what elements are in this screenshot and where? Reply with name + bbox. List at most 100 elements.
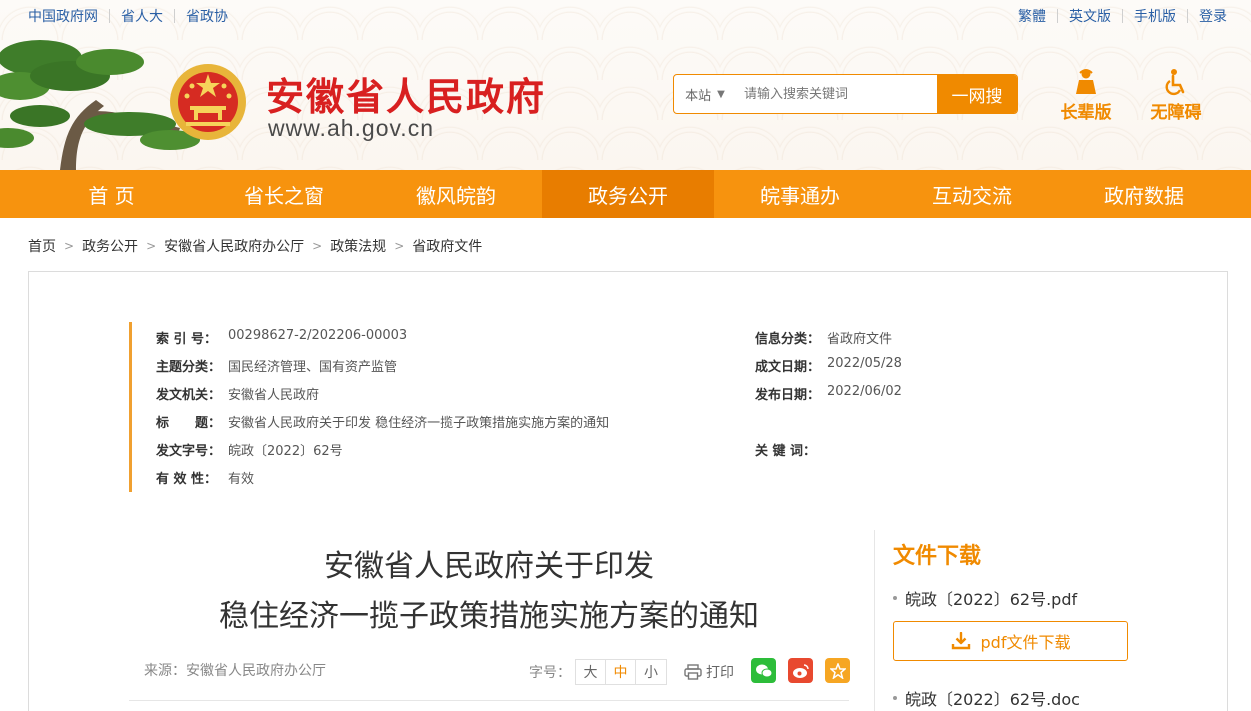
nav-item-home[interactable]: 首 页 — [0, 170, 198, 218]
breadcrumb-policies[interactable]: 政策法规 — [330, 236, 386, 256]
divider — [129, 700, 849, 701]
link-provincial-congress[interactable]: 省人大 — [121, 6, 163, 26]
accessibility-button[interactable]: 无障碍 — [1141, 68, 1211, 123]
article-title-line: 安徽省人民政府关于印发 — [324, 549, 654, 584]
nav-item-gov-data[interactable]: 政府数据 — [1058, 170, 1230, 218]
meta-label: 成文日期： — [755, 360, 821, 375]
breadcrumb-home[interactable]: 首页 — [28, 236, 56, 256]
meta-label: 发布日期： — [755, 388, 821, 403]
chevron-down-icon: ▼ — [717, 88, 725, 100]
elder-icon — [1076, 69, 1096, 94]
printer-icon — [684, 664, 702, 680]
meta-value: 00298627-2/202206-00003 — [228, 328, 408, 343]
divider — [1187, 9, 1188, 23]
download-file-pdf[interactable]: 皖政〔2022〕62号.pdf — [893, 586, 1077, 610]
divider — [174, 9, 175, 23]
meta-label: 发文机关： — [156, 388, 222, 403]
meta-label: 有 效 性： — [156, 472, 218, 487]
wechat-icon — [755, 664, 772, 677]
star-icon — [829, 662, 846, 679]
download-icon — [951, 632, 970, 650]
bullet-icon — [893, 596, 897, 600]
meta-label: 索 引 号： — [156, 332, 218, 347]
nav-item-culture[interactable]: 徽风皖韵 — [370, 170, 542, 218]
download-file-name: 皖政〔2022〕62号.pdf — [905, 590, 1078, 609]
main-nav: 首 页 省长之窗 徽风皖韵 政务公开 皖事通办 互动交流 政府数据 — [0, 170, 1251, 218]
wechat-share-button[interactable] — [751, 658, 776, 683]
breadcrumb-gov-affairs[interactable]: 政务公开 — [82, 236, 138, 256]
meta-label: 信息分类： — [755, 332, 821, 347]
national-emblem-icon — [170, 64, 246, 140]
nav-item-services[interactable]: 皖事通办 — [714, 170, 886, 218]
meta-value: 2022/06/02 — [827, 384, 902, 399]
chevron-right-icon: > — [64, 239, 75, 253]
link-english[interactable]: 英文版 — [1069, 6, 1111, 26]
meta-row-created: 成文日期： 2022/05/28 — [755, 356, 902, 375]
weibo-share-button[interactable] — [788, 658, 813, 683]
meta-row-category: 信息分类： 省政府文件 — [755, 328, 892, 347]
link-provincial-cppcc[interactable]: 省政协 — [186, 6, 228, 26]
breadcrumb-general-office[interactable]: 安徽省人民政府办公厅 — [164, 236, 304, 256]
nav-item-interaction[interactable]: 互动交流 — [886, 170, 1058, 218]
elder-mode-button[interactable]: 长辈版 — [1051, 68, 1121, 123]
font-size-medium[interactable]: 中 — [606, 660, 636, 684]
font-size-control: 字号： 大 中 小 — [529, 659, 667, 685]
meta-label: 标 题： — [156, 416, 222, 431]
content-panel: 索 引 号： 00298627-2/202206-00003 主题分类： 国民经… — [28, 271, 1228, 711]
nav-item-governor[interactable]: 省长之窗 — [198, 170, 370, 218]
meta-value: 2022/05/28 — [827, 356, 902, 371]
site-title[interactable]: 安徽省人民政府 — [266, 66, 546, 121]
meta-value: 安徽省人民政府 — [228, 388, 320, 403]
meta-row-keywords: 关 键 词： — [755, 440, 827, 459]
link-mobile[interactable]: 手机版 — [1134, 6, 1176, 26]
link-login[interactable]: 登录 — [1199, 6, 1227, 26]
font-size-large[interactable]: 大 — [576, 660, 606, 684]
site-url: www.ah.gov.cn — [268, 115, 434, 141]
meta-row-doc-no: 发文字号： 皖政〔2022〕62号 — [156, 440, 343, 459]
meta-row-issuer: 发文机关： 安徽省人民政府 — [156, 384, 319, 403]
download-file-name: 皖政〔2022〕62号.doc — [905, 690, 1080, 709]
search-bar: 本站 ▼ 一网搜 — [673, 74, 1018, 114]
search-button[interactable]: 一网搜 — [937, 75, 1017, 113]
top-links-left: 中国政府网 省人大 省政协 — [28, 6, 228, 26]
print-label: 打印 — [706, 665, 734, 681]
pdf-download-label: pdf文件下载 — [980, 633, 1071, 652]
meta-row-published: 发布日期： 2022/06/02 — [755, 384, 902, 403]
search-scope-select[interactable]: 本站 ▼ — [674, 75, 736, 113]
bullet-icon — [893, 696, 897, 700]
downloads-title: 文件下载 — [893, 544, 982, 569]
accessibility-label: 无障碍 — [1150, 103, 1202, 123]
meta-value: 皖政〔2022〕62号 — [228, 444, 343, 459]
meta-row-topic: 主题分类： 国民经济管理、国有资产监管 — [156, 356, 397, 375]
divider — [1057, 9, 1058, 23]
link-traditional-chinese[interactable]: 繁體 — [1018, 6, 1046, 26]
document-meta-table: 索 引 号： 00298627-2/202206-00003 主题分类： 国民经… — [129, 322, 1009, 492]
pdf-download-button[interactable]: pdf文件下载 — [893, 621, 1128, 661]
wheelchair-icon — [1165, 69, 1185, 96]
meta-value: 有效 — [228, 472, 255, 487]
divider — [109, 9, 110, 23]
search-scope-label: 本站 — [685, 88, 712, 104]
meta-label: 主题分类： — [156, 360, 222, 375]
meta-row-index: 索 引 号： 00298627-2/202206-00003 — [156, 328, 407, 347]
nav-item-gov-affairs[interactable]: 政务公开 — [542, 170, 714, 218]
download-file-doc[interactable]: 皖政〔2022〕62号.doc — [893, 686, 1080, 710]
weibo-icon — [792, 663, 809, 678]
print-button[interactable]: 打印 — [684, 662, 734, 682]
meta-value: 安徽省人民政府关于印发 稳住经济一揽子政策措施实施方案的通知 — [228, 416, 610, 431]
meta-value: 国民经济管理、国有资产监管 — [228, 360, 398, 375]
chevron-right-icon: > — [394, 239, 405, 253]
breadcrumb: 首页 > 政务公开 > 安徽省人民政府办公厅 > 政策法规 > 省政府文件 — [28, 236, 482, 256]
article-title-line: 稳住经济一揽子政策措施实施方案的通知 — [219, 599, 759, 634]
article-source: 来源：安徽省人民政府办公厅 — [144, 663, 326, 679]
font-size-options: 大 中 小 — [575, 659, 667, 685]
chevron-right-icon: > — [146, 239, 157, 253]
search-input[interactable] — [736, 75, 937, 113]
favorite-button[interactable] — [825, 658, 850, 683]
divider — [1122, 9, 1123, 23]
breadcrumb-provincial-docs[interactable]: 省政府文件 — [412, 236, 482, 256]
meta-value: 省政府文件 — [827, 332, 893, 347]
link-gov-cn[interactable]: 中国政府网 — [28, 6, 98, 26]
top-bar: 中国政府网 省人大 省政协 繁體 英文版 手机版 登录 — [0, 0, 1251, 32]
font-size-small[interactable]: 小 — [636, 660, 666, 684]
